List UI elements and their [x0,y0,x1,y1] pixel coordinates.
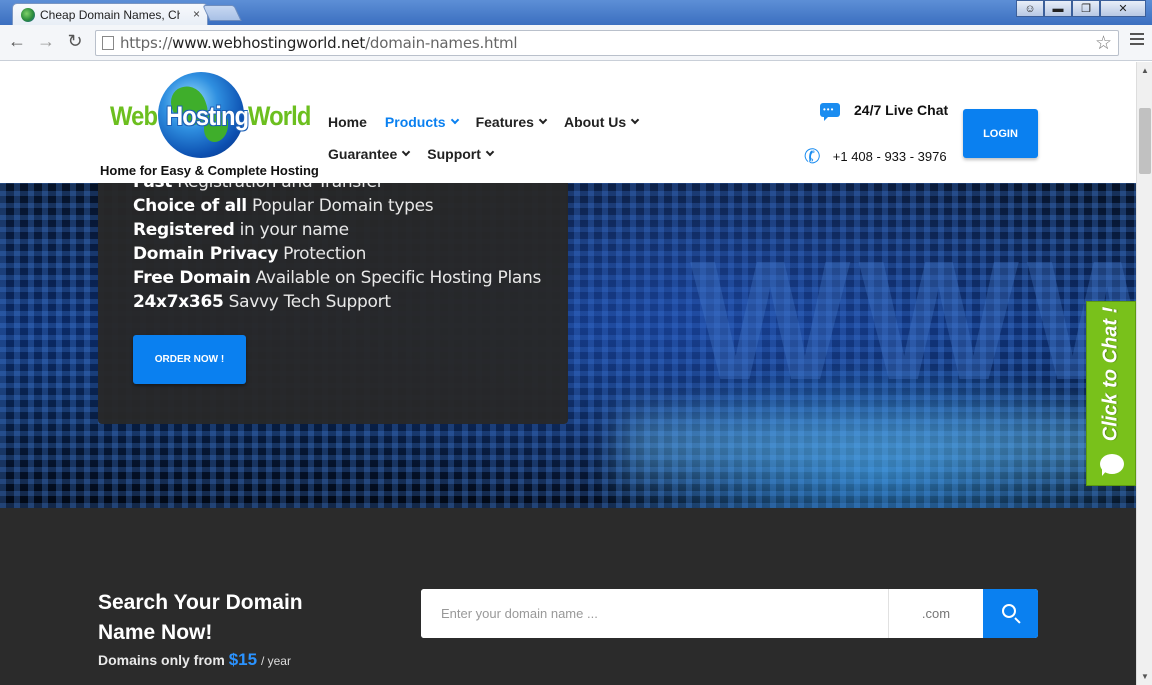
hero-slider: WWW Fast Registration and Transfer Choic… [0,183,1136,508]
main-nav: Home Products Features About Us Guarante… [328,106,658,170]
nav-item-guarantee[interactable]: Guarantee [328,146,411,162]
nav-item-support[interactable]: Support [427,146,495,162]
phone-icon: ✆ [801,144,824,170]
chevron-down-icon [485,147,495,157]
price-amount: $15 [228,650,258,669]
site-header: Web Hosting World Home for Easy & Comple… [0,62,1136,183]
address-bar[interactable]: https://www.webhostingworld.net/domain-n… [95,30,1119,56]
list-item: Free Domain Available on Specific Hostin… [133,268,542,288]
logo-tagline: Home for Easy & Complete Hosting [100,163,319,178]
tab-close-icon[interactable]: × [193,7,200,21]
nav-item-products[interactable]: Products [385,114,459,130]
reload-icon[interactable]: ↻ [64,31,86,52]
list-item: Choice of all Popular Domain types [133,196,434,216]
logo-word-world: World [248,101,311,131]
click-to-chat-tab[interactable]: Click to Chat ! [1086,301,1136,486]
order-now-button[interactable]: ORDER NOW ! [133,335,246,384]
phone-number: +1 408 - 933 - 3976 [832,149,947,164]
user-profile-icon[interactable]: ☺ [1016,0,1044,17]
feature-list: Fast Registration and Transfer Choice of… [133,183,541,314]
list-item: 24x7x365 Savvy Tech Support [133,292,391,312]
domain-search-form: .com [421,589,1038,638]
logo-word-hosting: Hosting [166,101,249,131]
chevron-down-icon [630,115,640,125]
list-item: Fast Registration and Transfer [133,183,541,194]
domain-search-button[interactable] [983,589,1038,638]
chevron-down-icon [402,147,411,157]
url-text[interactable]: https://www.webhostingworld.net/domain-n… [120,34,518,52]
chat-bubble-icon: ••• [820,103,840,121]
nav-item-features[interactable]: Features [476,114,548,130]
list-item: Domain Privacy Protection [133,244,367,264]
nav-row-2: Guarantee Support [328,138,658,170]
back-arrow-icon[interactable]: ← [6,31,28,52]
chevron-down-icon [450,115,459,125]
domain-search-input[interactable] [421,589,888,638]
login-button[interactable]: LOGIN [963,109,1038,158]
nav-item-about-us[interactable]: About Us [564,114,640,130]
new-tab-button[interactable] [202,5,242,21]
site-logo[interactable]: Web Hosting World Home for Easy & Comple… [98,70,324,180]
page-icon [102,36,114,50]
click-to-chat-label: Click to Chat ! [1099,306,1122,442]
close-window-icon[interactable]: ✕ [1100,0,1146,17]
hero-background-text: WWW [690,226,1136,416]
logo-word-web: Web [110,101,158,131]
restore-icon[interactable]: ❐ [1072,0,1100,17]
browser-tab-strip: Cheap Domain Names, Cheap × ☺ ▬ ❐ ✕ [0,0,1152,25]
page-viewport: Web Hosting World Home for Easy & Comple… [0,62,1136,685]
window-controls: ☺ ▬ ❐ ✕ [1016,0,1146,17]
browser-tab[interactable]: Cheap Domain Names, Cheap × [12,3,208,25]
chevron-down-icon [538,115,548,125]
scroll-up-icon[interactable]: ▲ [1141,66,1149,75]
nav-item-home[interactable]: Home [328,114,367,130]
scroll-thumb[interactable] [1139,108,1151,174]
live-chat-link[interactable]: ••• 24/7 Live Chat [820,102,949,121]
hero-feature-card: Fast Registration and Transfer Choice of… [98,183,568,424]
tld-select[interactable]: .com [888,589,983,638]
nav-row-1: Home Products Features About Us [328,106,658,138]
chat-bubble-icon [1100,454,1124,476]
list-item: Registered in your name [133,220,349,240]
live-chat-label: 24/7 Live Chat [854,102,949,118]
scroll-down-icon[interactable]: ▼ [1141,672,1149,681]
site-favicon-icon [21,7,35,22]
domain-search-title: Search Your Domain Name Now! [98,591,303,644]
browser-toolbar: ← → ↻ https://www.webhostingworld.net/do… [0,25,1152,61]
phone-link[interactable]: ✆ +1 408 - 933 - 3976 [801,144,947,170]
bookmark-star-icon[interactable]: ☆ [1095,32,1112,55]
domain-search-section: Search Your Domain Name Now! Domains onl… [0,508,1136,685]
tab-title: Cheap Domain Names, Cheap [40,7,180,22]
domain-price: Domains only from $15 / year [98,650,291,669]
minimize-icon[interactable]: ▬ [1044,0,1072,17]
page-scrollbar[interactable]: ▲ ▼ [1136,62,1152,685]
search-icon [1002,604,1016,618]
forward-arrow-icon[interactable]: → [35,31,57,52]
browser-menu-icon[interactable] [1130,33,1144,45]
